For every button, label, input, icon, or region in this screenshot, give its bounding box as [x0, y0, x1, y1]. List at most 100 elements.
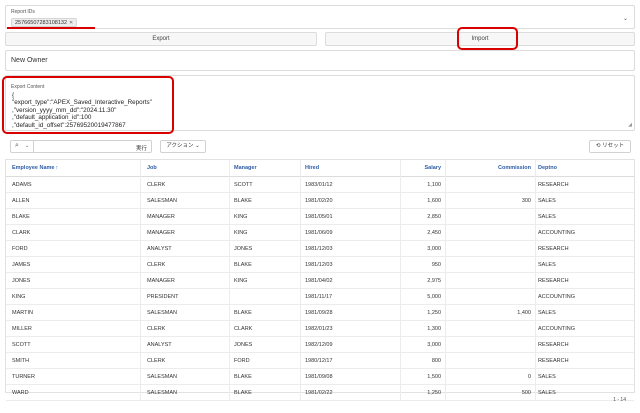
cell-salary: 950	[401, 257, 446, 273]
cell-employee-name: FORD	[6, 241, 141, 257]
column-header-hired[interactable]: Hired	[301, 160, 401, 177]
cell-employee-name: BLAKE	[6, 209, 141, 225]
table-row: FORD ANALYST JONES 1981/12/03 3,000 RESEARCH	[6, 241, 634, 257]
column-header-commission[interactable]: Commission	[446, 160, 536, 177]
cell-employee-name: MARTIN	[6, 305, 141, 321]
cell-employee-name: ALLEN	[6, 193, 141, 209]
cell-manager: BLAKE	[230, 385, 301, 401]
cell-manager: JONES	[230, 337, 301, 353]
new-owner-value: New Owner	[11, 57, 48, 64]
cell-deptno: ACCOUNTING	[538, 326, 575, 332]
cell-commission	[446, 225, 536, 241]
cell-job: ANALYST	[141, 337, 230, 353]
cell-hired: 1981/09/08	[301, 369, 401, 385]
cell-commission	[446, 321, 536, 337]
cell-employee-name: JONES	[6, 273, 141, 289]
cell-salary: 1,100	[401, 177, 446, 193]
report-ids-field[interactable]: Report IDs 25766507283108132 ✕ ⌄	[5, 5, 635, 29]
cell-salary: 2,450	[401, 225, 446, 241]
column-header-employee-name[interactable]: Employee Name↑	[6, 160, 141, 177]
cell-employee-name: ADAMS	[6, 177, 141, 193]
column-header-job[interactable]: Job	[141, 160, 230, 177]
cell-manager: JONES	[230, 241, 301, 257]
cell-salary: 1,250	[401, 385, 446, 401]
report-search-bar[interactable]: ⌕ ⌄ 実行	[10, 140, 152, 153]
chevron-down-icon[interactable]: ⌄	[623, 15, 628, 22]
cell-manager: FORD	[230, 353, 301, 369]
cell-hired: 1981/11/17	[301, 289, 401, 305]
new-owner-field[interactable]: New Owner	[5, 50, 635, 71]
cell-hired: 1981/09/28	[301, 305, 401, 321]
column-header-salary[interactable]: Salary	[401, 160, 446, 177]
cell-commission: 0	[446, 369, 536, 385]
cell-commission	[446, 209, 536, 225]
cell-hired: 1981/05/01	[301, 209, 401, 225]
cell-deptno: SALES	[538, 214, 556, 220]
cell-salary: 3,000	[401, 337, 446, 353]
table-row: WARD SALESMAN BLAKE 1981/02/22 1,250 500 SALES	[6, 385, 634, 401]
cell-commission	[446, 241, 536, 257]
cell-hired: 1981/02/22	[301, 385, 401, 401]
cell-salary: 2,975	[401, 273, 446, 289]
report-id-chip-label: 25766507283108132	[15, 20, 68, 26]
grid-header: Employee Name↑ Job Manager Hired Salary …	[6, 160, 634, 177]
cell-salary: 3,000	[401, 241, 446, 257]
cell-job: PRESIDENT	[141, 289, 230, 305]
cell-manager: BLAKE	[230, 305, 301, 321]
cell-employee-name: MILLER	[6, 321, 141, 337]
cell-hired: 1981/02/20	[301, 193, 401, 209]
search-icon[interactable]: ⌕	[15, 142, 19, 150]
cell-deptno: RESEARCH	[538, 246, 569, 252]
report-ids-label: Report IDs	[11, 9, 35, 15]
table-row: MARTIN SALESMAN BLAKE 1981/09/28 1,250 1,400 S…	[6, 305, 634, 321]
table-row: ADAMS CLERK SCOTT 1983/01/12 1,100 RESEARCH	[6, 177, 634, 193]
cell-manager: CLARK	[230, 321, 301, 337]
report-id-chip[interactable]: 25766507283108132 ✕	[11, 18, 78, 27]
table-row: SCOTT ANALYST JONES 1982/12/09 3,000 RESEARCH	[6, 337, 634, 353]
cell-employee-name: KING	[6, 289, 141, 305]
cell-salary: 1,500	[401, 369, 446, 385]
table-row: JONES MANAGER KING 1981/04/02 2,975 RESEARCH	[6, 273, 634, 289]
cell-job: SALESMAN	[141, 385, 230, 401]
cell-manager	[230, 289, 301, 305]
content-highlight-ring	[2, 76, 174, 134]
cell-commission	[446, 289, 536, 305]
export-button[interactable]: Export	[5, 32, 317, 46]
cell-deptno: RESEARCH	[538, 342, 569, 348]
cell-manager: KING	[230, 225, 301, 241]
chevron-down-icon: ⌄	[195, 143, 200, 149]
cell-manager: BLAKE	[230, 257, 301, 273]
cell-salary: 800	[401, 353, 446, 369]
cell-deptno: SALES	[538, 262, 556, 268]
chevron-down-icon[interactable]: ⌄	[25, 143, 29, 149]
cell-salary: 1,300	[401, 321, 446, 337]
cell-employee-name: TURNER	[6, 369, 141, 385]
cell-salary: 5,000	[401, 289, 446, 305]
column-header-deptno[interactable]: Deptno	[536, 160, 634, 177]
go-button[interactable]: 実行	[136, 144, 147, 152]
cell-manager: BLAKE	[230, 193, 301, 209]
cell-salary: 2,850	[401, 209, 446, 225]
cell-commission	[446, 257, 536, 273]
cell-deptno: ACCOUNTING	[538, 230, 575, 236]
cell-manager: KING	[230, 273, 301, 289]
cell-manager: SCOTT	[230, 177, 301, 193]
cell-hired: 1980/12/17	[301, 353, 401, 369]
table-row: ALLEN SALESMAN BLAKE 1981/02/20 1,600 300 SALE…	[6, 193, 634, 209]
actions-menu-button[interactable]: アクション ⌄	[160, 140, 206, 153]
table-row: TURNER SALESMAN BLAKE 1981/09/08 1,500 0 SALES	[6, 369, 634, 385]
cell-deptno: SALES	[538, 310, 556, 316]
cell-commission: 1,400	[446, 305, 536, 321]
remove-chip-icon[interactable]: ✕	[69, 20, 73, 26]
resize-handle-icon[interactable]: ◢	[628, 122, 632, 128]
reset-button[interactable]: ⟲ リセット	[589, 140, 631, 153]
cell-hired: 1981/12/03	[301, 241, 401, 257]
cell-manager: BLAKE	[230, 369, 301, 385]
import-highlight-ring	[457, 27, 518, 50]
cell-deptno: ACCOUNTING	[538, 294, 575, 300]
cell-hired: 1983/01/12	[301, 177, 401, 193]
cell-employee-name: SCOTT	[6, 337, 141, 353]
cell-commission: 300	[446, 193, 536, 209]
column-header-manager[interactable]: Manager	[230, 160, 301, 177]
cell-deptno: SALES	[538, 374, 556, 380]
